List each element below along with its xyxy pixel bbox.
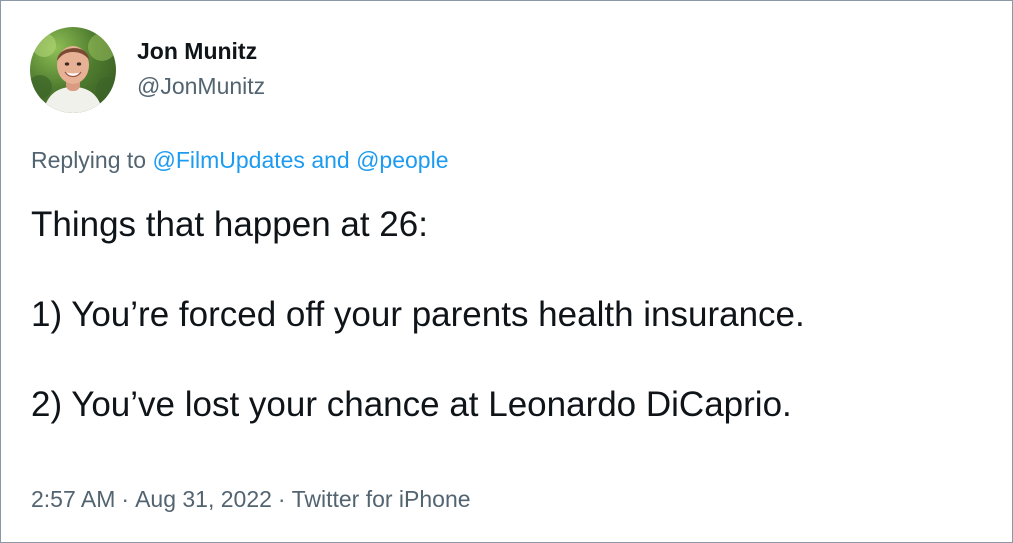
reply-prefix: Replying to xyxy=(31,147,147,173)
avatar[interactable] xyxy=(30,27,116,113)
user-handle[interactable]: @JonMunitz xyxy=(137,72,265,100)
tweet-card: Jon Munitz @JonMunitz Replying to @FilmU… xyxy=(0,0,1013,543)
tweet-line-3: 2) You’ve lost your chance at Leonardo D… xyxy=(31,385,792,424)
tweet-text: Things that happen at 26: 1) You’re forc… xyxy=(31,202,991,428)
profile-photo-icon xyxy=(30,33,116,113)
display-name[interactable]: Jon Munitz xyxy=(137,37,257,65)
tweet-metadata: 2:57 AM · Aug 31, 2022 · Twitter for iPhone xyxy=(31,485,471,513)
reply-conjunction[interactable]: and xyxy=(311,147,349,173)
tweet-date-link[interactable]: Aug 31, 2022 xyxy=(135,486,272,512)
tweet-time-link[interactable]: 2:57 AM xyxy=(31,486,115,512)
meta-separator: · xyxy=(121,486,130,512)
mention-filmupdates-link[interactable]: @FilmUpdates xyxy=(152,147,304,173)
tweet-source-link[interactable]: Twitter for iPhone xyxy=(292,486,471,512)
tweet-line-2: 1) You’re forced off your parents health… xyxy=(31,295,805,334)
tweet-line-1: Things that happen at 26: xyxy=(31,205,428,244)
reply-context: Replying to @FilmUpdates and @people xyxy=(31,146,449,174)
meta-separator: · xyxy=(277,486,286,512)
mention-people-link[interactable]: @people xyxy=(356,147,448,173)
